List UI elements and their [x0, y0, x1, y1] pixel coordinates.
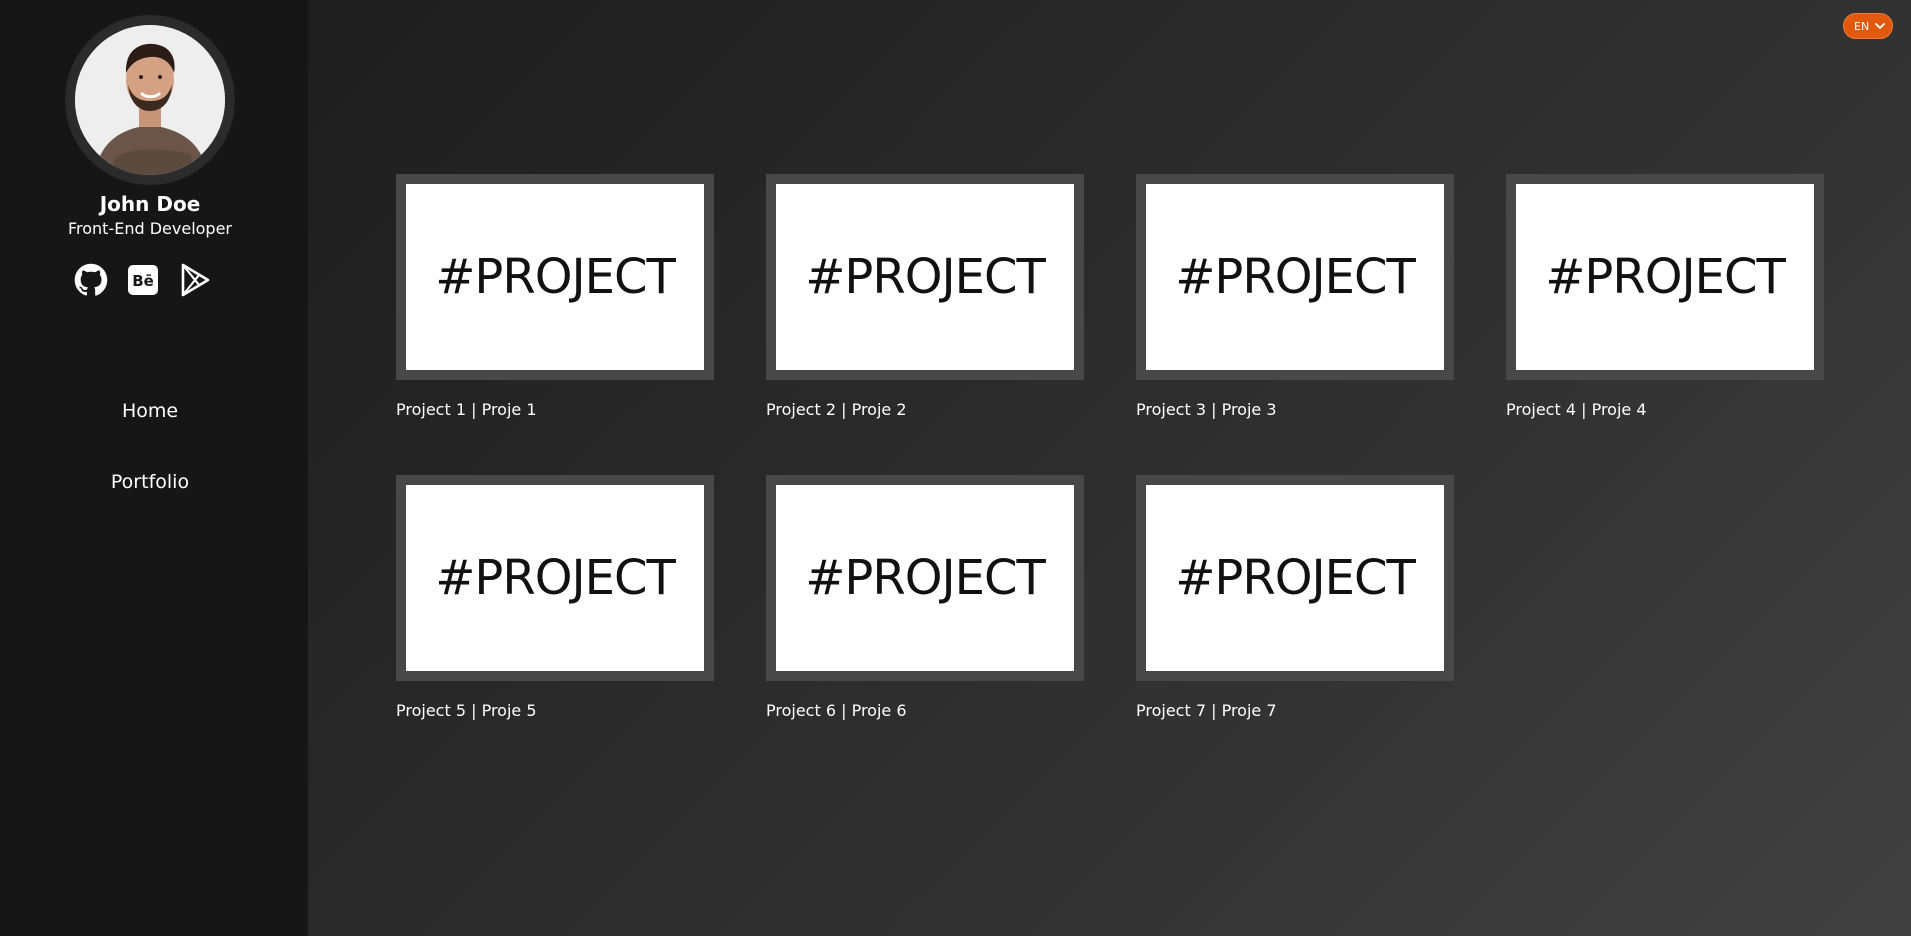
profile-name: John Doe — [99, 192, 201, 216]
google-play-link[interactable] — [178, 262, 212, 298]
project-card[interactable]: #PROJECT Project 5 | Proje 5 — [396, 475, 714, 776]
project-card[interactable]: #PROJECT Project 4 | Proje 4 — [1506, 174, 1824, 475]
language-selected-value: EN — [1854, 19, 1870, 33]
project-label: Project 7 | Proje 7 — [1136, 701, 1277, 720]
project-card[interactable]: #PROJECT Project 7 | Proje 7 — [1136, 475, 1454, 776]
avatar-portrait-icon — [75, 25, 225, 175]
project-thumbnail: #PROJECT — [766, 174, 1084, 380]
avatar — [75, 25, 225, 175]
project-label: Project 6 | Proje 6 — [766, 701, 907, 720]
google-play-icon — [181, 263, 210, 297]
project-thumbnail: #PROJECT — [766, 475, 1084, 681]
project-thumbnail-text: #PROJECT — [1516, 184, 1814, 370]
project-thumbnail: #PROJECT — [1136, 475, 1454, 681]
avatar-ring — [65, 15, 235, 185]
project-thumbnail: #PROJECT — [1136, 174, 1454, 380]
behance-glyph: Bē — [132, 272, 154, 290]
project-thumbnail-text: #PROJECT — [776, 184, 1074, 370]
project-thumbnail: #PROJECT — [396, 174, 714, 380]
nav-portfolio[interactable]: Portfolio — [0, 466, 300, 498]
project-thumbnail-text: #PROJECT — [776, 485, 1074, 671]
project-thumbnail: #PROJECT — [1506, 174, 1824, 380]
project-thumbnail-text: #PROJECT — [1146, 184, 1444, 370]
project-thumbnail-text: #PROJECT — [406, 184, 704, 370]
project-card[interactable]: #PROJECT Project 3 | Proje 3 — [1136, 174, 1454, 475]
behance-icon: Bē — [128, 265, 158, 295]
nav-home[interactable]: Home — [0, 395, 300, 427]
project-label: Project 5 | Proje 5 — [396, 701, 537, 720]
project-thumbnail: #PROJECT — [396, 475, 714, 681]
sidebar: John Doe Front-End Developer Bē Home Por… — [0, 0, 308, 936]
social-links: Bē — [74, 262, 212, 298]
profile-title: Front-End Developer — [67, 219, 233, 238]
project-thumbnail-text: #PROJECT — [406, 485, 704, 671]
project-thumbnail-text: #PROJECT — [1146, 485, 1444, 671]
projects-grid: #PROJECT Project 1 | Proje 1 #PROJECT Pr… — [396, 174, 1824, 776]
project-label: Project 4 | Proje 4 — [1506, 400, 1647, 419]
main-nav: Home Portfolio — [0, 395, 300, 537]
project-card[interactable]: #PROJECT Project 1 | Proje 1 — [396, 174, 714, 475]
project-label: Project 3 | Proje 3 — [1136, 400, 1277, 419]
github-link[interactable] — [74, 262, 108, 298]
chevron-down-icon — [1875, 23, 1886, 30]
github-icon — [74, 263, 108, 296]
project-label: Project 1 | Proje 1 — [396, 400, 537, 419]
project-card[interactable]: #PROJECT Project 2 | Proje 2 — [766, 174, 1084, 475]
project-label: Project 2 | Proje 2 — [766, 400, 907, 419]
behance-link[interactable]: Bē — [126, 262, 160, 298]
project-card[interactable]: #PROJECT Project 6 | Proje 6 — [766, 475, 1084, 776]
language-select[interactable]: EN — [1843, 13, 1893, 39]
